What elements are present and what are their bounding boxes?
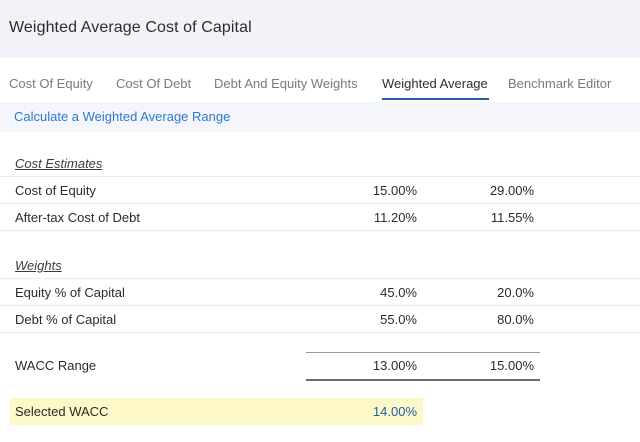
low-value: 45.0% [380, 285, 417, 300]
section-cost-estimates: Cost Estimates [0, 150, 640, 177]
wacc-range-content: WACC Range 13.00% 15.00% [0, 352, 640, 379]
calculate-range-link[interactable]: Calculate a Weighted Average Range [14, 109, 230, 124]
tab-debt-and-equity-weights[interactable]: Debt And Equity Weights [214, 76, 358, 91]
low-value: 55.0% [380, 312, 417, 327]
high-value: 29.00% [489, 183, 534, 198]
tab-bar: Cost Of Equity Cost Of Debt Debt And Equ… [0, 58, 640, 102]
low-value: 15.00% [372, 183, 417, 198]
selected-wacc-row: Selected WACC 14.00% [10, 398, 423, 425]
page-title: Weighted Average Cost of Capital [9, 19, 252, 36]
table-row: After-tax Cost of Debt 11.20% 11.55% [0, 204, 640, 231]
row-label: Debt % of Capital [15, 312, 117, 327]
selected-wacc-value[interactable]: 14.00% [373, 404, 417, 419]
row-label: Cost of Equity [15, 183, 96, 198]
divider [306, 379, 540, 381]
row-label: Equity % of Capital [15, 285, 125, 300]
page-header: Weighted Average Cost of Capital [0, 0, 640, 58]
high-value: 20.0% [497, 285, 534, 300]
high-value: 11.55% [490, 210, 534, 225]
wacc-range-row: WACC Range 13.00% 15.00% [0, 352, 640, 381]
tab-cost-of-debt[interactable]: Cost Of Debt [116, 76, 191, 91]
selected-wacc-label: Selected WACC [15, 404, 109, 419]
low-value: 13.00% [372, 358, 417, 373]
table-row: Equity % of Capital 45.0% 20.0% [0, 279, 640, 306]
section-heading: Weights [15, 258, 62, 273]
high-value: 15.00% [489, 358, 534, 373]
calculate-banner: Calculate a Weighted Average Range [0, 102, 640, 132]
active-tab-indicator [382, 98, 489, 100]
row-label: WACC Range [15, 358, 97, 373]
table-row: Debt % of Capital 55.0% 80.0% [0, 306, 640, 333]
section-weights: Weights [0, 252, 640, 279]
low-value: 11.20% [373, 210, 417, 225]
high-value: 80.0% [497, 312, 534, 327]
table-row: Cost of Equity 15.00% 29.00% [0, 177, 640, 204]
tab-weighted-average[interactable]: Weighted Average [382, 76, 488, 91]
row-label: After-tax Cost of Debt [15, 210, 140, 225]
section-heading: Cost Estimates [15, 156, 103, 171]
tab-cost-of-equity[interactable]: Cost Of Equity [9, 76, 93, 91]
tab-benchmark-editor[interactable]: Benchmark Editor [508, 76, 611, 91]
